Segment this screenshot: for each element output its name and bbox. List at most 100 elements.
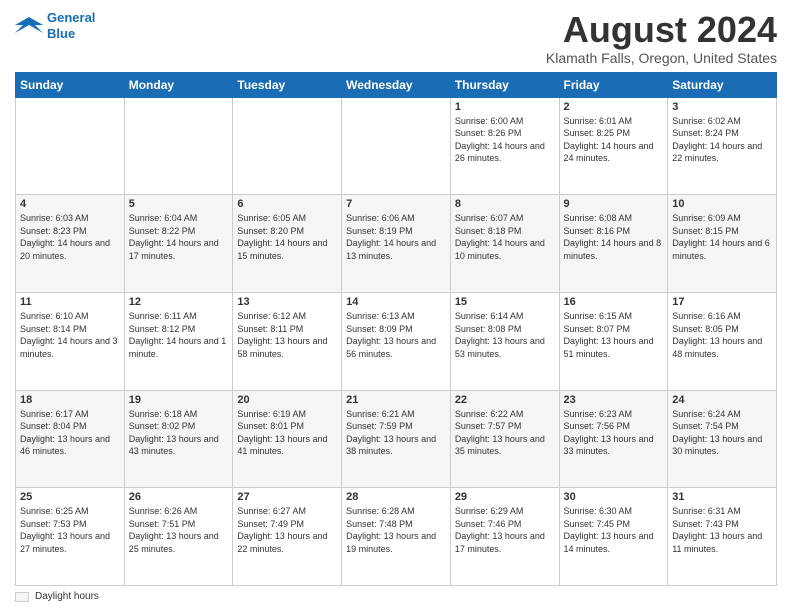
day-info: Sunrise: 6:14 AM Sunset: 8:08 PM Dayligh…: [455, 310, 555, 360]
table-row: [16, 97, 125, 195]
day-info: Sunrise: 6:15 AM Sunset: 8:07 PM Dayligh…: [564, 310, 664, 360]
day-info: Sunrise: 6:18 AM Sunset: 8:02 PM Dayligh…: [129, 408, 229, 458]
day-info: Sunrise: 6:17 AM Sunset: 8:04 PM Dayligh…: [20, 408, 120, 458]
logo-line1: General: [47, 10, 95, 25]
day-info: Sunrise: 6:31 AM Sunset: 7:43 PM Dayligh…: [672, 505, 772, 555]
table-row: 19 Sunrise: 6:18 AM Sunset: 8:02 PM Dayli…: [124, 390, 233, 488]
day-info: Sunrise: 6:00 AM Sunset: 8:26 PM Dayligh…: [455, 115, 555, 165]
day-number: 9: [564, 198, 664, 210]
day-info: Sunrise: 6:13 AM Sunset: 8:09 PM Dayligh…: [346, 310, 446, 360]
table-row: [124, 97, 233, 195]
day-number: 29: [455, 491, 555, 503]
table-row: 26Sunrise: 6:26 AM Sunset: 7:51 PM Dayli…: [124, 488, 233, 586]
day-info: Sunrise: 6:12 AM Sunset: 8:11 PM Dayligh…: [237, 310, 337, 360]
table-row: 24 Sunrise: 6:24 AM Sunset: 7:54 PM Dayli…: [668, 390, 777, 488]
day-info: Sunrise: 6:27 AM Sunset: 7:49 PM Dayligh…: [237, 505, 337, 555]
day-number: 14: [346, 296, 446, 308]
day-info: Sunrise: 6:04 AM Sunset: 8:22 PM Dayligh…: [129, 212, 229, 262]
table-row: 10Sunrise: 6:09 AM Sunset: 8:15 PM Dayli…: [668, 195, 777, 293]
table-row: [233, 97, 342, 195]
col-friday: Friday: [559, 72, 668, 97]
table-row: 31 Sunrise: 6:31 AM Sunset: 7:43 PM Dayli…: [668, 488, 777, 586]
day-info: Sunrise: 6:19 AM Sunset: 8:01 PM Dayligh…: [237, 408, 337, 458]
day-number: 8: [455, 198, 555, 210]
day-number: 15: [455, 296, 555, 308]
day-info: Sunrise: 6:10 AM Sunset: 8:14 PM Dayligh…: [20, 310, 120, 360]
logo-line2: Blue: [47, 26, 75, 41]
calendar-table: Sunday Monday Tuesday Wednesday Thursday…: [15, 72, 777, 586]
table-row: 1 Sunrise: 6:00 AM Sunset: 8:26 PM Daylig…: [450, 97, 559, 195]
table-row: 11 Sunrise: 6:10 AM Sunset: 8:14 PM Dayli…: [16, 292, 125, 390]
table-row: 23 Sunrise: 6:23 AM Sunset: 7:56 PM Dayli…: [559, 390, 668, 488]
table-row: 29 Sunrise: 6:29 AM Sunset: 7:46 PM Dayli…: [450, 488, 559, 586]
day-number: 18: [20, 394, 120, 406]
day-info: Sunrise: 6:16 AM Sunset: 8:05 PM Dayligh…: [672, 310, 772, 360]
table-row: 14 Sunrise: 6:13 AM Sunset: 8:09 PM Dayli…: [342, 292, 451, 390]
day-number: 28: [346, 491, 446, 503]
table-row: 7Sunrise: 6:06 AM Sunset: 8:19 PM Daylig…: [342, 195, 451, 293]
table-row: 21 Sunrise: 6:21 AM Sunset: 7:59 PM Dayli…: [342, 390, 451, 488]
day-number: 24: [672, 394, 772, 406]
table-row: 6 Sunrise: 6:05 AM Sunset: 8:20 PM Daylig…: [233, 195, 342, 293]
subtitle: Klamath Falls, Oregon, United States: [546, 50, 777, 66]
table-row: 18 Sunrise: 6:17 AM Sunset: 8:04 PM Dayli…: [16, 390, 125, 488]
day-number: 2: [564, 101, 664, 113]
col-tuesday: Tuesday: [233, 72, 342, 97]
table-row: 30 Sunrise: 6:30 AM Sunset: 7:45 PM Dayli…: [559, 488, 668, 586]
day-info: Sunrise: 6:01 AM Sunset: 8:25 PM Dayligh…: [564, 115, 664, 165]
day-number: 31: [672, 491, 772, 503]
table-row: 8Sunrise: 6:07 AM Sunset: 8:18 PM Daylig…: [450, 195, 559, 293]
table-row: 16 Sunrise: 6:15 AM Sunset: 8:07 PM Dayli…: [559, 292, 668, 390]
table-row: 3 Sunrise: 6:02 AM Sunset: 8:24 PM Daylig…: [668, 97, 777, 195]
day-number: 26: [129, 491, 229, 503]
day-info: Sunrise: 6:24 AM Sunset: 7:54 PM Dayligh…: [672, 408, 772, 458]
day-info: Sunrise: 6:29 AM Sunset: 7:46 PM Dayligh…: [455, 505, 555, 555]
day-info: Sunrise: 6:02 AM Sunset: 8:24 PM Dayligh…: [672, 115, 772, 165]
day-number: 13: [237, 296, 337, 308]
table-row: 27 Sunrise: 6:27 AM Sunset: 7:49 PM Dayli…: [233, 488, 342, 586]
col-sunday: Sunday: [16, 72, 125, 97]
table-row: 12Sunrise: 6:11 AM Sunset: 8:12 PM Dayli…: [124, 292, 233, 390]
day-info: Sunrise: 6:28 AM Sunset: 7:48 PM Dayligh…: [346, 505, 446, 555]
day-number: 6: [237, 198, 337, 210]
day-number: 30: [564, 491, 664, 503]
col-monday: Monday: [124, 72, 233, 97]
day-number: 1: [455, 101, 555, 113]
day-number: 10: [672, 198, 772, 210]
table-row: 17 Sunrise: 6:16 AM Sunset: 8:05 PM Dayli…: [668, 292, 777, 390]
day-number: 23: [564, 394, 664, 406]
table-row: 15 Sunrise: 6:14 AM Sunset: 8:08 PM Dayli…: [450, 292, 559, 390]
day-number: 27: [237, 491, 337, 503]
day-number: 7: [346, 198, 446, 210]
table-row: 25Sunrise: 6:25 AM Sunset: 7:53 PM Dayli…: [16, 488, 125, 586]
table-row: 22Sunrise: 6:22 AM Sunset: 7:57 PM Dayli…: [450, 390, 559, 488]
col-thursday: Thursday: [450, 72, 559, 97]
day-info: Sunrise: 6:21 AM Sunset: 7:59 PM Dayligh…: [346, 408, 446, 458]
calendar-header-row: Sunday Monday Tuesday Wednesday Thursday…: [16, 72, 777, 97]
day-number: 11: [20, 296, 120, 308]
table-row: 20 Sunrise: 6:19 AM Sunset: 8:01 PM Dayli…: [233, 390, 342, 488]
table-row: 13 Sunrise: 6:12 AM Sunset: 8:11 PM Dayli…: [233, 292, 342, 390]
day-info: Sunrise: 6:30 AM Sunset: 7:45 PM Dayligh…: [564, 505, 664, 555]
table-row: 5Sunrise: 6:04 AM Sunset: 8:22 PM Daylig…: [124, 195, 233, 293]
day-number: 12: [129, 296, 229, 308]
day-number: 16: [564, 296, 664, 308]
day-number: 25: [20, 491, 120, 503]
table-row: 2 Sunrise: 6:01 AM Sunset: 8:25 PM Daylig…: [559, 97, 668, 195]
logo-icon: [15, 15, 43, 37]
day-info: Sunrise: 6:03 AM Sunset: 8:23 PM Dayligh…: [20, 212, 120, 262]
day-info: Sunrise: 6:22 AM Sunset: 7:57 PM Dayligh…: [455, 408, 555, 458]
day-number: 3: [672, 101, 772, 113]
col-saturday: Saturday: [668, 72, 777, 97]
day-number: 19: [129, 394, 229, 406]
day-number: 20: [237, 394, 337, 406]
day-number: 21: [346, 394, 446, 406]
day-info: Sunrise: 6:23 AM Sunset: 7:56 PM Dayligh…: [564, 408, 664, 458]
daylight-label: Daylight hours: [35, 591, 99, 602]
footer: Daylight hours: [15, 591, 777, 602]
logo: General Blue: [15, 10, 95, 41]
day-number: 17: [672, 296, 772, 308]
main-title: August 2024: [546, 10, 777, 50]
col-wednesday: Wednesday: [342, 72, 451, 97]
day-info: Sunrise: 6:05 AM Sunset: 8:20 PM Dayligh…: [237, 212, 337, 262]
